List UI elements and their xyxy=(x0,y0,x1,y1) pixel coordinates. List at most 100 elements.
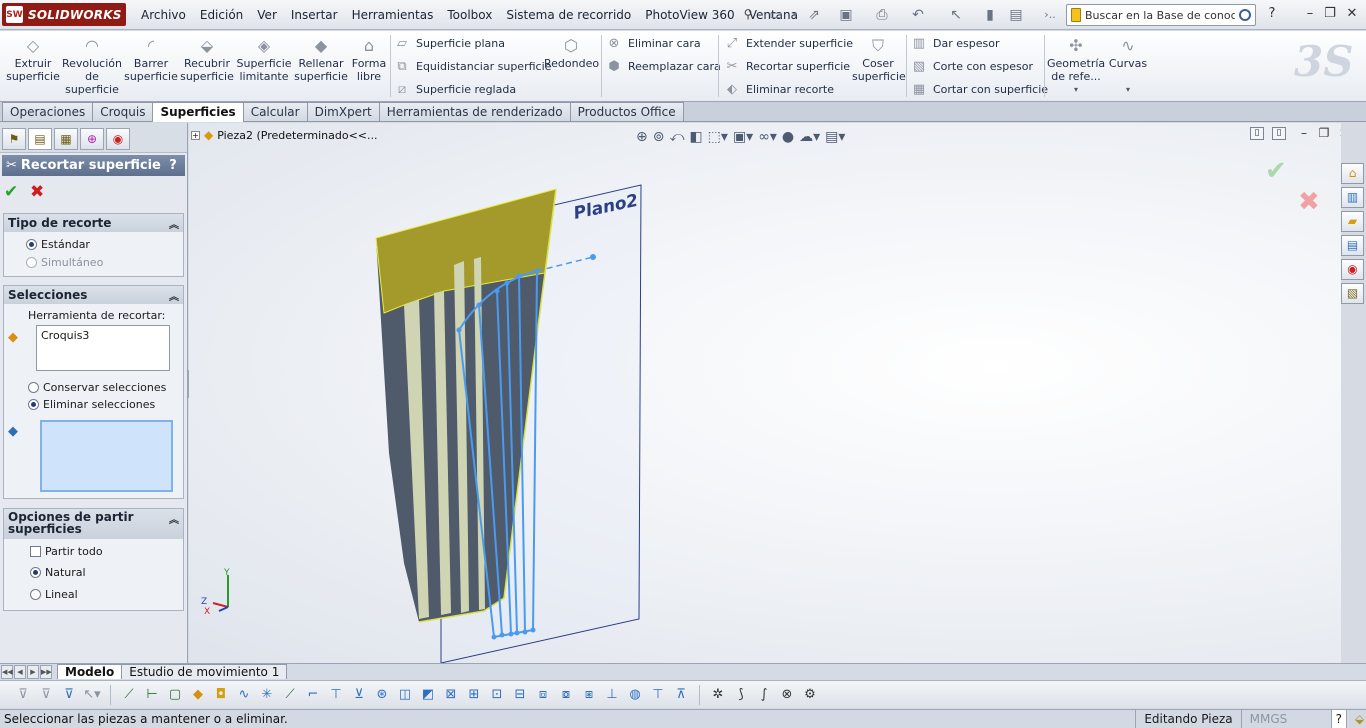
appearances-icon[interactable]: ◉ xyxy=(1341,259,1364,280)
tab-herramientas-renderizado[interactable]: Herramientas de renderizado xyxy=(378,102,571,121)
last-tab-icon[interactable]: ▶▶ xyxy=(40,665,52,679)
move-entities-icon[interactable]: ⊡ xyxy=(488,686,506,704)
configuration-manager-icon[interactable]: ▦ xyxy=(54,128,78,150)
mirror-entities-icon[interactable]: ◩ xyxy=(419,686,437,704)
property-manager-icon[interactable]: ▤ xyxy=(28,128,52,150)
dimxpert-manager-icon[interactable]: ⊕ xyxy=(80,128,104,150)
radio-estandar[interactable]: Estándar xyxy=(26,238,90,251)
tab-dimxpert[interactable]: DimXpert xyxy=(306,102,380,121)
expand-icon[interactable]: + xyxy=(191,130,200,140)
extender-superficie-button[interactable]: ⤢ Extender superficie xyxy=(724,33,853,53)
superficie-limitante-button[interactable]: ◈ Superficie limitante xyxy=(236,35,292,83)
view-palette-icon[interactable]: ▤ xyxy=(1341,235,1364,256)
new-document-icon[interactable]: ▭ xyxy=(766,6,786,24)
scale-entities-icon[interactable]: ⧈ xyxy=(534,686,552,704)
print-icon[interactable]: ⎙ xyxy=(872,6,892,24)
knowledge-base-search[interactable]: Buscar en la Base de conoc xyxy=(1066,4,1256,26)
previous-view-icon[interactable]: ⤺ xyxy=(669,127,684,147)
repair-sketch-icon[interactable]: ⊤ xyxy=(649,686,667,704)
radio-button[interactable] xyxy=(26,257,37,268)
edit-appearance-icon[interactable]: ● xyxy=(782,127,794,147)
menu-toolbox[interactable]: Toolbox xyxy=(440,8,499,22)
apply-scene-icon[interactable]: ☁▾ xyxy=(799,127,820,147)
collapse-icon[interactable]: ︽ xyxy=(169,511,179,526)
custom-properties-icon[interactable]: ▧ xyxy=(1341,283,1364,304)
select-arrow-icon[interactable]: ↖ xyxy=(946,6,966,24)
point-icon[interactable]: ✳ xyxy=(258,686,276,704)
cortar-superficie-button[interactable]: ▦ Cortar con superficie xyxy=(911,79,1048,99)
status-help-icon[interactable]: ? xyxy=(1330,709,1346,728)
display-relations-icon[interactable]: ◍ xyxy=(626,686,644,704)
trim-tool-selection-box[interactable]: Croquis3 xyxy=(36,325,170,371)
trim-entities-icon[interactable]: ⊤ xyxy=(327,686,345,704)
curvas-button[interactable]: ∿ Curvas ▾ xyxy=(1106,35,1150,96)
first-tab-icon[interactable]: ◀◀ xyxy=(1,665,13,679)
coser-superficie-button[interactable]: ⛉ Coser superficie xyxy=(852,35,906,83)
part-name[interactable]: Pieza2 (Predeterminado<<... xyxy=(217,129,377,142)
radio-natural[interactable]: Natural xyxy=(30,566,86,579)
menu-sistema-recorrido[interactable]: Sistema de recorrido xyxy=(499,8,638,22)
view-settings-icon[interactable]: ▤▾ xyxy=(825,127,845,147)
help-icon[interactable]: ? xyxy=(1262,6,1282,22)
search-input[interactable]: Buscar en la Base de conoc xyxy=(1085,9,1235,22)
add-relation-icon[interactable]: ⊥ xyxy=(603,686,621,704)
group-header[interactable]: Opciones de partir superficies ︽ xyxy=(4,509,183,539)
close-button[interactable]: ✕ xyxy=(1342,6,1362,22)
display-style-icon[interactable]: ▣▾ xyxy=(733,127,753,147)
zoom-to-area-icon[interactable]: ⊚ xyxy=(653,127,665,147)
extend-entities-icon[interactable]: ⊻ xyxy=(350,686,368,704)
menu-edicion[interactable]: Edición xyxy=(193,8,250,22)
smart-dimension-icon[interactable]: ⊢ xyxy=(143,686,161,704)
file-explorer-icon[interactable]: ▰ xyxy=(1341,211,1364,232)
design-library-icon[interactable]: ▥ xyxy=(1341,187,1364,208)
split-line-icon[interactable]: ⚙ xyxy=(801,686,819,704)
search-icon[interactable] xyxy=(1239,9,1251,21)
quick-snaps-icon[interactable]: ⊼ xyxy=(672,686,690,704)
more-icon[interactable]: ›.. xyxy=(1040,6,1060,24)
reemplazar-cara-button[interactable]: ⬢ Reemplazar cara xyxy=(606,56,720,76)
eliminar-cara-button[interactable]: ⊗ Eliminar cara xyxy=(606,33,701,53)
help-icon[interactable]: ? xyxy=(165,158,181,173)
open-icon[interactable]: ⇗ xyxy=(804,6,824,24)
prev-tab-icon[interactable]: ◀ xyxy=(14,665,26,679)
tab-modelo[interactable]: Modelo xyxy=(57,664,123,679)
circular-pattern-icon[interactable]: ⊞ xyxy=(465,686,483,704)
feature-manager-icon[interactable]: ⚑ xyxy=(2,128,26,150)
confirm-ok-icon[interactable]: ✔ xyxy=(1265,156,1287,186)
curve-through-points-icon[interactable]: ✲ xyxy=(709,686,727,704)
restore-button[interactable]: ❐ xyxy=(1320,6,1340,22)
radio-button-checked[interactable] xyxy=(30,567,41,578)
confirm-cancel-icon[interactable]: ✖ xyxy=(1298,187,1320,217)
radio-button[interactable] xyxy=(28,382,39,393)
spline-icon[interactable]: ∿ xyxy=(235,686,253,704)
view-orientation-icon[interactable]: ⬚▾ xyxy=(708,127,728,147)
recortar-superficie-button[interactable]: ✂ Recortar superficie xyxy=(724,56,851,76)
hide-show-items-icon[interactable]: ∞▾ xyxy=(758,127,777,147)
extruir-superficie-button[interactable]: ◇ Extruir superficie xyxy=(6,35,60,83)
menu-archivo[interactable]: Archivo xyxy=(134,8,193,22)
selected-item[interactable]: Croquis3 xyxy=(41,329,89,342)
zoom-to-fit-icon[interactable]: ⊕ xyxy=(636,127,648,147)
redondeo-button[interactable]: ⬡ Redondeo xyxy=(544,35,599,70)
dar-espesor-button[interactable]: ▥ Dar espesor xyxy=(911,33,1000,53)
split-view-icon[interactable]: ▯ xyxy=(1250,127,1264,140)
filter-icon[interactable]: ⊽ xyxy=(14,686,32,704)
graphics-area[interactable]: Plano2 Y Z X + ◆ Pieza2 (Predeterminado<… xyxy=(189,123,1341,663)
save-icon[interactable]: ▣ xyxy=(836,6,856,24)
rectangle-icon[interactable]: ▢ xyxy=(166,686,184,704)
menu-herramientas[interactable]: Herramientas xyxy=(345,8,441,22)
pieces-selection-box[interactable] xyxy=(40,420,173,492)
tab-estudio-movimiento[interactable]: Estudio de movimiento 1 xyxy=(121,664,288,679)
menu-ver[interactable]: Ver xyxy=(250,8,284,22)
link-views-icon[interactable]: ▯ xyxy=(1272,127,1286,140)
corte-espesor-button[interactable]: ▧ Corte con espesor xyxy=(911,56,1033,76)
helix-icon[interactable]: ∫ xyxy=(755,686,773,704)
new-dropdown-icon[interactable]: ▾ xyxy=(790,6,800,24)
radio-button-checked[interactable] xyxy=(26,239,37,250)
minimize-button[interactable]: – xyxy=(1300,6,1320,22)
tab-productos-office[interactable]: Productos Office xyxy=(569,102,684,121)
eliminar-recorte-button[interactable]: ⬖ Eliminar recorte xyxy=(724,79,834,99)
line-icon[interactable]: ⟋ xyxy=(120,686,138,704)
radio-eliminar[interactable]: Eliminar selecciones xyxy=(28,398,155,411)
circle-icon[interactable]: ◆ xyxy=(189,686,207,704)
